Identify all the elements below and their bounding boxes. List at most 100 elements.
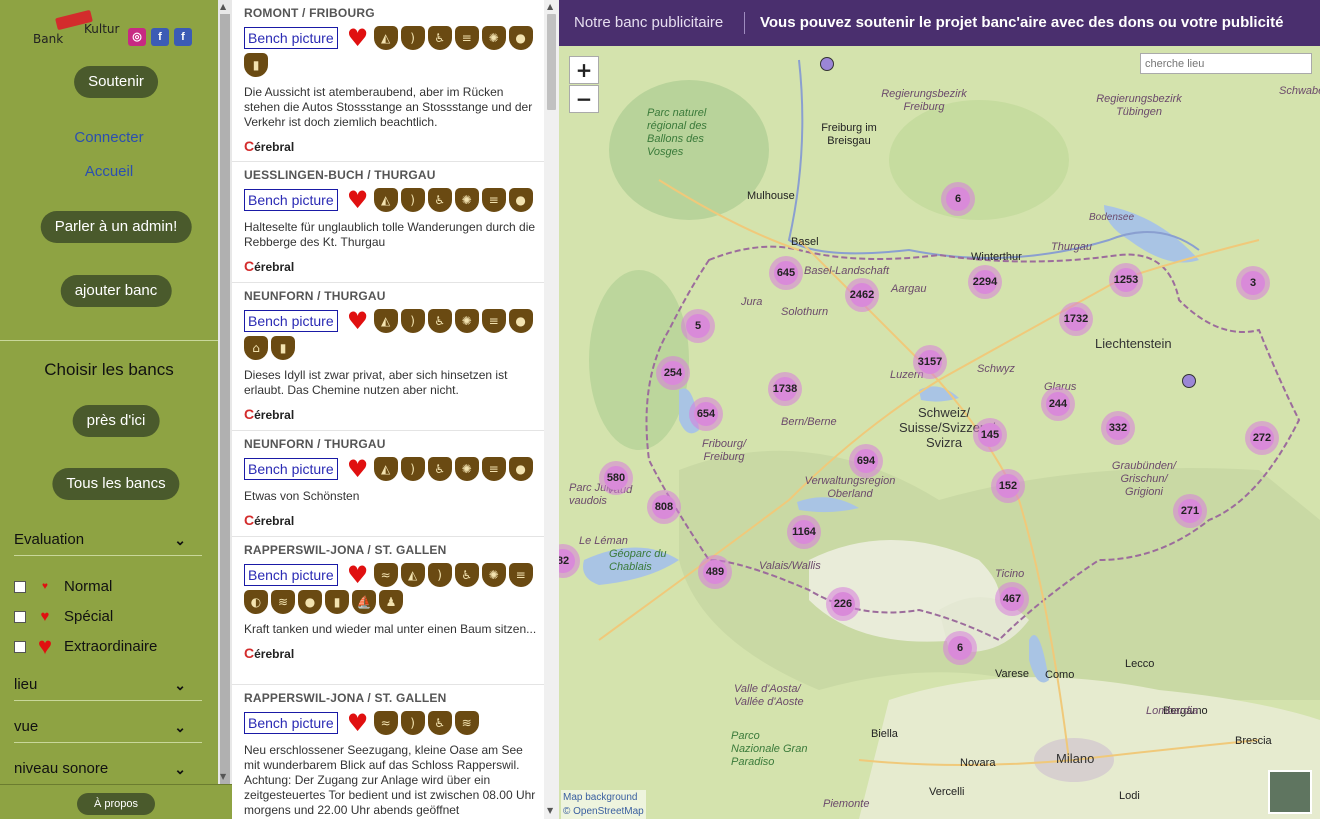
bench-cluster[interactable]: 1738 [768, 372, 802, 406]
rating-extraordinary-option[interactable]: ♥ Extraordinaire [14, 635, 157, 659]
bench-cluster[interactable]: 1164 [787, 515, 821, 549]
bench-picture-button[interactable]: Bench picture [244, 27, 338, 49]
water-icon: ≋ [454, 711, 479, 735]
zoom-in-button[interactable]: + [569, 56, 599, 84]
bench-title: RAPPERSWIL-JONA / ST. GALLEN [244, 691, 447, 705]
all-benches-button[interactable]: Tous les bancs [52, 468, 180, 500]
noise-icon: ) [400, 309, 425, 333]
scrollbar-thumb[interactable] [220, 14, 230, 784]
accessible-icon: ♿ [427, 309, 452, 333]
layer-switcher-button[interactable] [1268, 770, 1312, 814]
map-label: Parco Nazionale Gran Paradiso [731, 730, 808, 768]
view-icon: ◭ [373, 26, 398, 50]
checkbox[interactable] [14, 611, 26, 624]
map[interactable]: Parc naturel régional des Ballons des Vo… [559, 0, 1320, 819]
connect-link[interactable]: Connecter [0, 129, 218, 146]
bench-cluster[interactable]: 694 [849, 444, 883, 478]
scroll-down-icon[interactable]: ▼ [220, 772, 226, 781]
heart-icon: ♥ [346, 455, 369, 483]
bench-cluster[interactable]: 5 [681, 309, 715, 343]
map-label: Novara [960, 757, 996, 769]
filter-evaluation[interactable]: Evaluation ⌄ [14, 526, 202, 556]
checkbox[interactable] [14, 641, 26, 654]
bench-card[interactable]: ROMONT / FRIBOURG Bench picture ♥ ◭ ) ♿ … [232, 0, 544, 162]
bench-card[interactable]: NEUNFORN / THURGAU Bench picture ♥ ◭ ) ♿… [232, 431, 544, 537]
bench-cluster[interactable]: 6 [941, 182, 975, 216]
bench-cluster[interactable]: 2462 [845, 278, 879, 312]
list-scrollbar[interactable]: ▲ ▼ [544, 0, 559, 819]
tree-icon: ● [508, 188, 533, 212]
bench-cluster[interactable]: 808 [647, 490, 681, 524]
map-label: Bern/Berne [781, 416, 837, 428]
rating-special-option[interactable]: ♥ Spécial [14, 607, 113, 627]
bench-card[interactable]: NEUNFORN / THURGAU Bench picture ♥ ◭ ) ♿… [232, 283, 544, 431]
filter-view[interactable]: vue ⌄ [14, 713, 202, 743]
bench-picture-button[interactable]: Bench picture [244, 712, 338, 734]
rating-normal-option[interactable]: ♥ Normal [14, 577, 112, 597]
instagram-icon[interactable]: ◎ [128, 28, 146, 46]
bench-marker[interactable] [1182, 374, 1196, 388]
bench-cluster[interactable]: 3 [1236, 266, 1270, 300]
scroll-up-icon[interactable]: ▲ [547, 2, 553, 11]
bench-cluster[interactable]: 244 [1041, 387, 1075, 421]
bench-picture-button[interactable]: Bench picture [244, 189, 338, 211]
bench-cluster[interactable]: 467 [995, 582, 1029, 616]
facebook-icon[interactable]: f [174, 28, 192, 46]
bench-cluster[interactable]: 6 [943, 631, 977, 665]
bench-cluster[interactable]: 654 [689, 397, 723, 431]
bench-card[interactable]: RAPPERSWIL-JONA / ST. GALLEN Bench pictu… [232, 685, 544, 819]
bench-card[interactable]: UESSLINGEN-BUCH / THURGAU Bench picture … [232, 162, 544, 283]
near-me-button[interactable]: près d'ici [72, 405, 160, 437]
map-label: Milano [1056, 751, 1095, 766]
bench-marker[interactable] [820, 57, 834, 71]
bench-cluster[interactable]: 332 [1101, 411, 1135, 445]
sidebar-scrollbar[interactable]: ▲ ▼ [218, 0, 232, 819]
openstreetmap-link[interactable]: © OpenStreetMap [563, 805, 644, 819]
map-label: Jura [741, 296, 763, 308]
logo-word-bank: Bank [33, 32, 64, 46]
bench-cluster[interactable]: 145 [973, 418, 1007, 452]
bench-cluster[interactable]: 254 [656, 356, 690, 390]
about-button[interactable]: À propos [77, 793, 155, 815]
bench-description: Neu erschlossener Seezugang, kleine Oase… [244, 743, 536, 817]
filter-noise-level[interactable]: niveau sonore ⌄ [14, 755, 202, 785]
filter-place[interactable]: lieu ⌄ [14, 671, 202, 701]
checkbox[interactable] [14, 581, 26, 594]
bench-cluster[interactable]: 580 [599, 461, 633, 495]
tree-icon: ● [508, 309, 533, 333]
zoom-out-button[interactable]: − [569, 85, 599, 113]
ad-bench-link[interactable]: Notre banc publicitaire [574, 14, 723, 31]
home-link[interactable]: Accueil [0, 163, 218, 180]
cerebral-logo: Cérebral [244, 512, 295, 528]
map-label: Valais/Wallis [759, 560, 821, 572]
bankkultur-logo[interactable]: Bank Kultur [30, 9, 120, 48]
bench-cluster[interactable]: 489 [698, 555, 732, 589]
support-button[interactable]: Soutenir [74, 66, 158, 98]
bench-cluster[interactable]: 645 [769, 256, 803, 290]
view-icon: ◭ [373, 188, 398, 212]
bench-cluster[interactable]: 2294 [968, 265, 1002, 299]
scrollbar-thumb[interactable] [547, 14, 556, 110]
facebook-icon[interactable]: f [151, 28, 169, 46]
add-bench-button[interactable]: ajouter banc [60, 275, 172, 307]
bench-cluster[interactable]: 152 [991, 469, 1025, 503]
bench-cluster[interactable]: 226 [826, 587, 860, 621]
scroll-up-icon[interactable]: ▲ [220, 2, 226, 11]
bench-picture-button[interactable]: Bench picture [244, 310, 338, 332]
noise-icon: ) [400, 711, 425, 735]
bench-cluster[interactable]: 1732 [1059, 302, 1093, 336]
scroll-down-icon[interactable]: ▼ [547, 806, 553, 815]
bench-picture-button[interactable]: Bench picture [244, 564, 338, 586]
bench-cluster[interactable]: 271 [1173, 494, 1207, 528]
bench-cluster[interactable]: 3157 [913, 345, 947, 379]
map-label: Lombardia [1146, 705, 1198, 717]
boat-icon: ⛵ [352, 590, 376, 614]
bench-cluster[interactable]: 1253 [1109, 263, 1143, 297]
talk-to-admin-button[interactable]: Parler à un admin! [40, 211, 192, 243]
search-location-input[interactable] [1140, 53, 1312, 74]
map-label: Basel [791, 236, 819, 248]
bench-card[interactable]: RAPPERSWIL-JONA / ST. GALLEN Bench pictu… [232, 537, 544, 685]
bench-picture-button[interactable]: Bench picture [244, 458, 338, 480]
bench-cluster[interactable]: 272 [1245, 421, 1279, 455]
map-background-link[interactable]: Map background [563, 791, 644, 805]
